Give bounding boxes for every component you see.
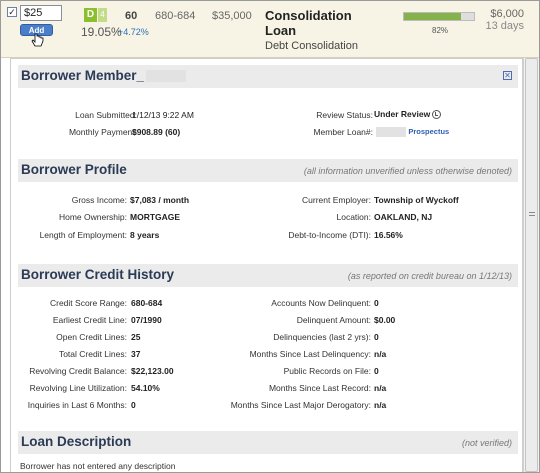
loan-term: 60 — [125, 10, 138, 22]
credit-left-label: Open Credit Lines: — [56, 332, 127, 342]
loan-submitted-label: Loan Submitted: — [75, 110, 137, 120]
redacted-loan-number — [376, 126, 406, 137]
loan-row: ✓ Add D4 19.05% +4.72% 60 680-684 $35,00… — [1, 1, 539, 58]
length-employment-value: 8 years — [130, 230, 160, 240]
credit-left-value: 25 — [131, 332, 141, 342]
credit-right-value: 0 — [374, 332, 379, 342]
credit-right-value: n/a — [374, 400, 387, 410]
credit-right-label: Months Since Last Major Derogatory: — [230, 400, 371, 410]
monthly-payment-label: Monthly Payment: — [68, 127, 137, 137]
employer-label: Current Employer: — [302, 195, 371, 205]
credit-left-label: Inquiries in Last 6 Months: — [27, 400, 127, 410]
monthly-payment-value: $908.89 (60) — [132, 127, 181, 137]
credit-left-label: Earliest Credit Line: — [52, 315, 127, 325]
profile-heading: Borrower Profile — [21, 162, 127, 177]
funding-progress-bar — [403, 12, 475, 21]
credit-left-label: Total Credit Lines: — [58, 349, 127, 359]
location-value: OAKLAND, NJ — [374, 212, 433, 222]
member-loan-value: Prospectus — [374, 126, 449, 137]
credit-right-label: Accounts Now Delinquent: — [271, 298, 371, 308]
grade-badge: D4 — [84, 8, 107, 22]
member-heading: Borrower Member_ — [21, 68, 145, 83]
loan-amount: $35,000 — [212, 10, 252, 22]
credit-left-value: 680-684 — [131, 298, 163, 308]
credit-right-label: Public Records on File: — [283, 366, 371, 376]
description-note: (not verified) — [461, 438, 512, 448]
credit-section-header: Borrower Credit History (as reported on … — [18, 264, 518, 287]
rate-change: +4.72% — [118, 27, 149, 37]
loan-detail-panel: Borrower Member_ ✕ Loan Submitted: 1/12/… — [10, 58, 523, 472]
profile-section-header: Borrower Profile (all information unveri… — [18, 159, 518, 182]
gross-income-value: $7,083 / month — [130, 195, 190, 205]
employer-value: Township of Wyckoff — [374, 195, 459, 205]
review-status-text: Under Review — [374, 109, 431, 119]
description-text: Borrower has not entered any description — [20, 461, 176, 471]
credit-left-value: 37 — [131, 349, 141, 359]
home-ownership-value: MORTGAGE — [130, 212, 181, 222]
credit-heading: Borrower Credit History — [21, 267, 175, 282]
credit-left-label: Credit Score Range: — [49, 298, 127, 308]
credit-left-label: Revolving Credit Balance: — [29, 366, 127, 376]
funding-progress-fill — [404, 13, 462, 20]
location-label: Location: — [336, 212, 372, 222]
member-section-header: Borrower Member_ ✕ — [18, 65, 518, 88]
profile-note: (all information unverified unless other… — [303, 166, 512, 176]
fico-range: 680-684 — [155, 10, 196, 22]
loan-title[interactable]: Consolidation Loan — [265, 8, 375, 38]
credit-right-label: Delinquent Amount: — [296, 315, 371, 325]
grade-letter: D — [84, 8, 97, 22]
credit-right-value: 0 — [374, 298, 379, 308]
scrollbar-thumb[interactable] — [525, 58, 538, 472]
credit-left-label: Revolving Line Utilization: — [29, 383, 127, 393]
dti-value: 16.56% — [374, 230, 403, 240]
remaining-amount: $6,000 — [490, 8, 524, 20]
credit-note: (as reported on credit bureau on 1/12/13… — [347, 271, 512, 281]
clock-icon — [432, 110, 442, 120]
close-icon[interactable]: ✕ — [503, 71, 512, 80]
loan-purpose: Debt Consolidation — [265, 40, 358, 52]
loan-window: ✓ Add D4 19.05% +4.72% 60 680-684 $35,00… — [0, 0, 540, 473]
credit-right-value: n/a — [374, 349, 387, 359]
dti-label: Debt-to-Income (DTI): — [288, 230, 371, 240]
member-loan-label: Member Loan#: — [313, 127, 373, 137]
credit-left-value: 54.10% — [131, 383, 160, 393]
scrollbar[interactable] — [523, 58, 539, 472]
invest-amount-input[interactable] — [20, 5, 62, 21]
credit-right-label: Months Since Last Delinquency: — [249, 349, 371, 359]
credit-right-value: n/a — [374, 383, 387, 393]
redacted-member-id — [146, 70, 187, 83]
credit-left-value: 07/1990 — [131, 315, 162, 325]
credit-right-label: Months Since Last Record: — [268, 383, 371, 393]
time-left: 13 days — [485, 20, 524, 32]
gross-income-label: Gross Income: — [71, 195, 127, 205]
length-employment-label: Length of Employment: — [39, 230, 127, 240]
prospectus-link[interactable]: Prospectus — [408, 127, 449, 136]
funded-percent: 82% — [432, 26, 449, 35]
credit-right-value: 0 — [374, 366, 379, 376]
credit-left-value: 0 — [131, 400, 136, 410]
select-checkbox[interactable]: ✓ — [7, 7, 17, 17]
credit-left-value: $22,123.00 — [131, 366, 174, 376]
interest-rate: 19.05% — [81, 25, 122, 39]
scrollbar-grip-icon — [529, 212, 535, 218]
review-status-label: Review Status: — [316, 110, 373, 120]
description-section-header: Loan Description (not verified) — [18, 431, 518, 454]
credit-right-value: $0.00 — [374, 315, 396, 325]
credit-right-label: Delinquencies (last 2 yrs): — [273, 332, 371, 342]
description-heading: Loan Description — [21, 434, 132, 449]
loan-submitted-value: 1/12/13 9:22 AM — [132, 110, 194, 120]
sub-grade: 4 — [98, 8, 107, 22]
home-ownership-label: Home Ownership: — [58, 212, 127, 222]
hand-cursor-icon — [31, 33, 44, 47]
review-status-value: Under Review — [374, 109, 442, 120]
